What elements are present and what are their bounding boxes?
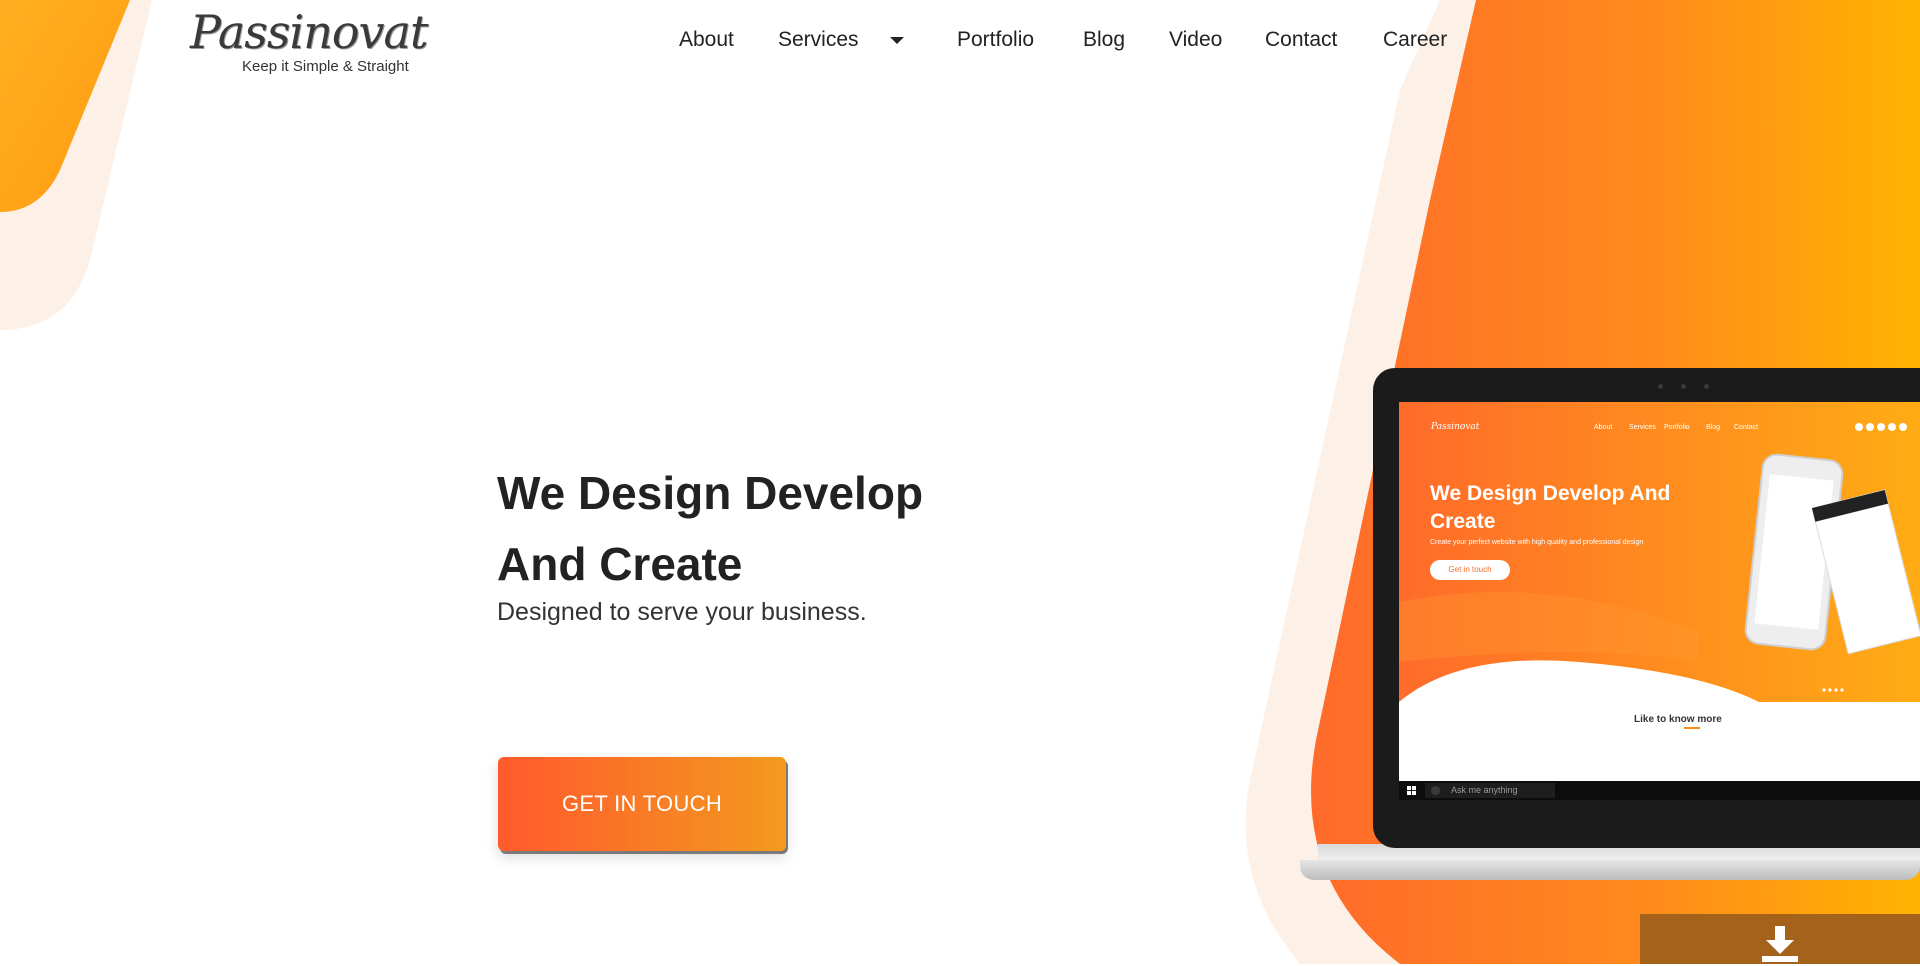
brand-logo[interactable]: Passinovat Keep it Simple & Straight (190, 6, 430, 78)
caret-down-icon[interactable] (890, 37, 904, 44)
nav-video[interactable]: Video (1169, 24, 1222, 56)
screen-background (1399, 402, 1920, 782)
camera-lens (1681, 384, 1686, 389)
laptop-mockup: Passinovat About Services Portfolio Blog… (1300, 368, 1920, 888)
camera-dot (1704, 384, 1709, 389)
mockup-nav: About Services Portfolio Blog Contact (1594, 424, 1794, 434)
mockup-title: We Design Develop And Create (1430, 482, 1671, 533)
laptop-screen: Passinovat About Services Portfolio Blog… (1399, 402, 1920, 800)
nav-blog[interactable]: Blog (1083, 24, 1125, 56)
windows-icon (1407, 786, 1416, 795)
get-in-touch-button[interactable]: GET IN TOUCH (498, 757, 786, 851)
nav-about[interactable]: About (679, 24, 734, 56)
cortana-icon (1431, 786, 1440, 795)
download-button[interactable] (1640, 914, 1920, 964)
hero-title: We Design Develop And Create (497, 467, 924, 590)
nav-career[interactable]: Career (1383, 24, 1447, 56)
mockup-nav-item: Contact (1734, 424, 1759, 431)
mockup-nav-item: Blog (1706, 424, 1721, 431)
download-icon (1762, 926, 1798, 962)
mockup-logo: Passinovat (1431, 422, 1480, 432)
mockup-nav-item: About (1594, 424, 1613, 431)
taskbar-search-text: Ask me anything (1451, 785, 1518, 795)
laptop-base (1300, 860, 1920, 880)
mockup-know-more: Like to know more (1634, 714, 1722, 725)
mockup-nav-item: Services (1629, 424, 1656, 431)
nav-contact[interactable]: Contact (1265, 24, 1337, 56)
mockup-cta-button: Get in touch (1430, 560, 1510, 580)
mockup-subtitle: Create your perfect website with high qu… (1430, 539, 1644, 546)
brand-logo-wordmark: Passinovat (190, 5, 428, 59)
nav-portfolio[interactable]: Portfolio (957, 24, 1034, 56)
brand-tagline: Keep it Simple & Straight (242, 58, 409, 75)
mockup-taskbar: Ask me anything (1399, 781, 1920, 800)
hero-subtitle: Designed to serve your business. (497, 598, 867, 626)
nav-services[interactable]: Services (778, 24, 859, 56)
camera-dot (1658, 384, 1663, 389)
mockup-nav-item: Portfolio (1664, 424, 1690, 431)
